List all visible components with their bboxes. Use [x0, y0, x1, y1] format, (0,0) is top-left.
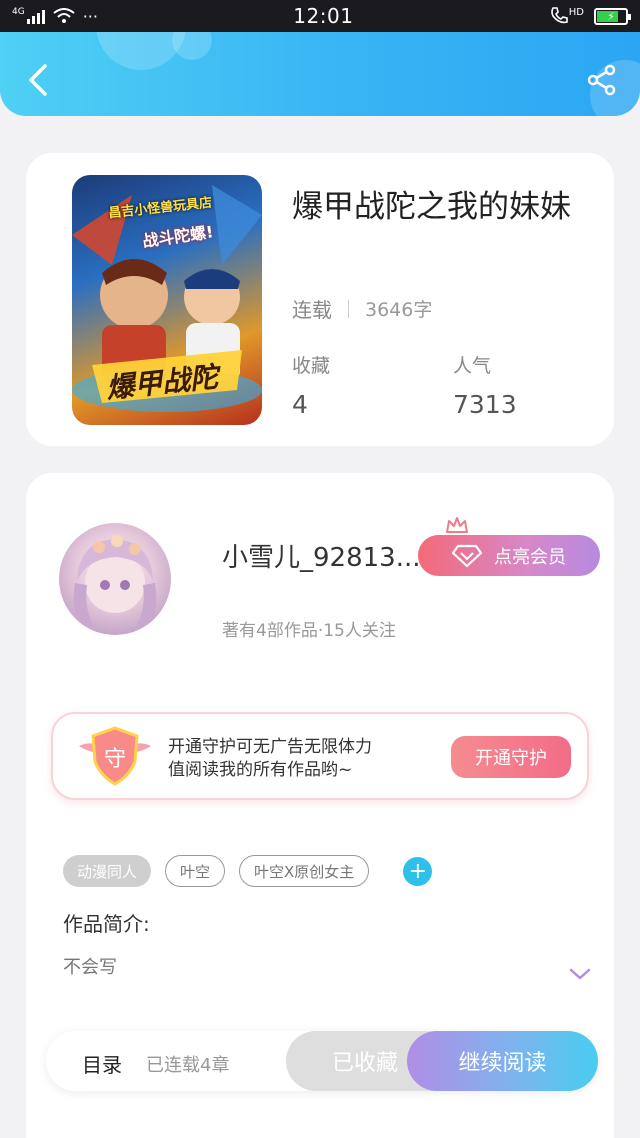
book-cover[interactable]: 昌吉小怪兽玩具店 战斗陀螺! 爆甲战陀	[72, 175, 262, 425]
vip-button[interactable]: 点亮会员	[418, 535, 600, 576]
book-status-row: 连载 3646字	[292, 294, 432, 323]
chevron-left-icon	[29, 64, 47, 96]
stat-popularity: 人气 7313	[453, 351, 517, 419]
status-left: 4G ···	[12, 7, 98, 26]
status-bar: 4G ··· 12:01 HD ⚡	[0, 0, 640, 32]
book-title: 爆甲战陀之我的妹妹	[292, 189, 571, 225]
stat-label: 人气	[453, 355, 492, 377]
book-word-count: 3646字	[365, 299, 433, 321]
avatar-art	[73, 535, 157, 635]
back-button[interactable]	[18, 58, 58, 102]
guard-description: 开通守护可无广告无限体力 值阅读我的所有作品哟~	[168, 736, 428, 782]
intro-label: 作品简介:	[63, 912, 150, 936]
signal-icon	[26, 8, 45, 24]
book-status: 连载	[292, 298, 332, 322]
guard-text-line2: 值阅读我的所有作品哟~	[168, 760, 353, 780]
stat-favorites: 收藏 4	[292, 351, 330, 419]
book-info-card: 昌吉小怪兽玩具店 战斗陀螺! 爆甲战陀 爆甲战陀之我的妹妹 连载 3646字 收…	[26, 153, 614, 446]
network-label: 4G	[12, 7, 25, 17]
toc-button[interactable]: 目录	[82, 1049, 122, 1078]
avatar[interactable]	[59, 523, 171, 635]
more-dots: ···	[82, 6, 98, 26]
divider	[348, 299, 349, 318]
tag-item[interactable]: 动漫同人	[63, 855, 152, 887]
intro-text: 不会写	[63, 957, 117, 978]
vip-button-label: 点亮会员	[494, 546, 566, 568]
chapter-count: 已连载4章	[146, 1055, 230, 1076]
stat-label: 收藏	[292, 355, 331, 377]
share-icon	[587, 64, 616, 96]
author-meta: 著有4部作品·15人关注	[222, 621, 396, 641]
bottom-action-bar: 目录 已连载4章 已收藏 继续阅读	[46, 1031, 598, 1091]
crown-icon	[446, 517, 468, 533]
charging-icon: ⚡	[607, 9, 615, 23]
stat-value: 7313	[453, 390, 517, 419]
diamond-icon	[452, 544, 482, 567]
top-header: 4G ··· 12:01 HD ⚡	[0, 0, 640, 116]
status-time: 12:01	[293, 4, 354, 28]
add-tag-button[interactable]: +	[403, 856, 433, 886]
expand-intro-button[interactable]	[569, 966, 591, 985]
guard-badge-char: 守	[104, 747, 126, 772]
guard-shield-icon: 守	[79, 726, 151, 786]
hd-label: HD	[568, 6, 584, 18]
stat-value: 4	[292, 390, 308, 419]
tag-item[interactable]: 叶空	[165, 855, 226, 887]
tag-item[interactable]: 叶空X原创女主	[239, 855, 370, 887]
continue-reading-button[interactable]: 继续阅读	[407, 1031, 598, 1091]
battery-icon: ⚡	[594, 7, 631, 25]
wifi-icon	[53, 8, 75, 23]
status-right: HD ⚡	[549, 6, 631, 26]
share-button[interactable]	[582, 60, 622, 100]
tag-list: 动漫同人 叶空 叶空X原创女主 +	[63, 855, 433, 887]
guard-banner: 守 开通守护可无广告无限体力 值阅读我的所有作品哟~ 开通守护	[51, 712, 589, 800]
phone-hd-icon	[550, 7, 568, 24]
chevron-down-icon	[569, 968, 591, 980]
guard-text-line1: 开通守护可无广告无限体力	[168, 737, 372, 757]
author-name[interactable]: 小雪儿_92813...	[222, 537, 421, 574]
open-guard-button[interactable]: 开通守护	[451, 736, 571, 778]
